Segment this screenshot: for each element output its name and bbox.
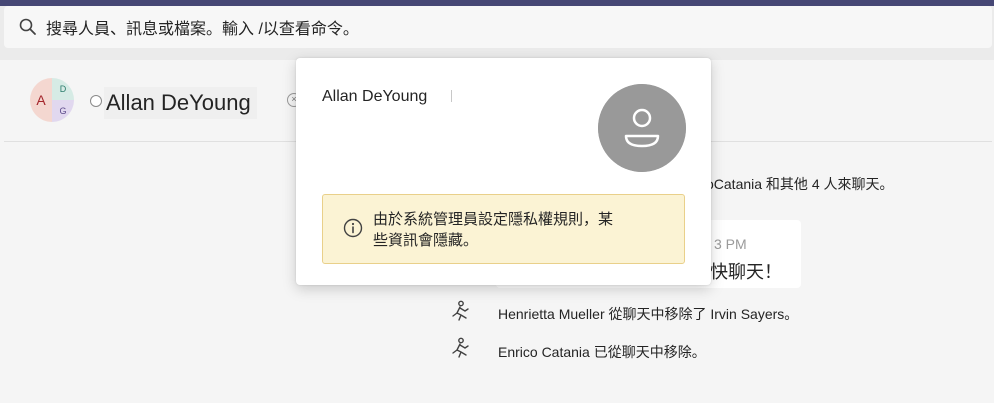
avatar-initial-bottom: G <box>52 100 74 122</box>
avatar-initial-top: D <box>52 78 74 100</box>
search-box[interactable]: 搜尋人員、訊息或檔案。輸入 /以查看命令。 <box>4 6 992 48</box>
profile-card: Allan DeYoung 由於系統管理員設定隱私權規則，某些資訊會隱藏。 <box>296 58 711 285</box>
privacy-notice-text: 由於系統管理員設定隱私權規則，某些資訊會隱藏。 <box>373 211 614 249</box>
person-walking-icon <box>452 337 469 358</box>
system-event-removed: Henrietta Mueller 從聊天中移除了 Irvin Sayers。 <box>498 306 799 322</box>
privacy-notice: 由於系統管理員設定隱私權規則，某些資訊會隱藏。 <box>322 194 685 264</box>
person-walking-icon <box>452 300 469 321</box>
text-cursor <box>451 90 452 102</box>
message-text: 快聊天！ <box>710 262 782 282</box>
profile-name[interactable]: Allan DeYoung <box>322 88 427 106</box>
avatar-initial-main: A <box>30 78 52 122</box>
system-event-left: Enrico Catania 已從聊天中移除。 <box>498 344 706 360</box>
search-icon <box>19 18 36 35</box>
presence-status-icon <box>90 95 102 107</box>
person-icon <box>598 84 686 172</box>
group-avatar[interactable]: A D G <box>30 78 74 122</box>
system-message: ：oCatania 和其他 4 人來聊天。 <box>692 176 894 192</box>
message-timestamp: 3 PM <box>714 236 747 252</box>
search-input[interactable]: 搜尋人員、訊息或檔案。輸入 /以查看命令。 <box>46 15 359 39</box>
info-icon <box>343 218 363 238</box>
chat-title[interactable]: Allan DeYoung <box>104 87 257 119</box>
top-bar: 搜尋人員、訊息或檔案。輸入 /以查看命令。 <box>0 0 994 60</box>
